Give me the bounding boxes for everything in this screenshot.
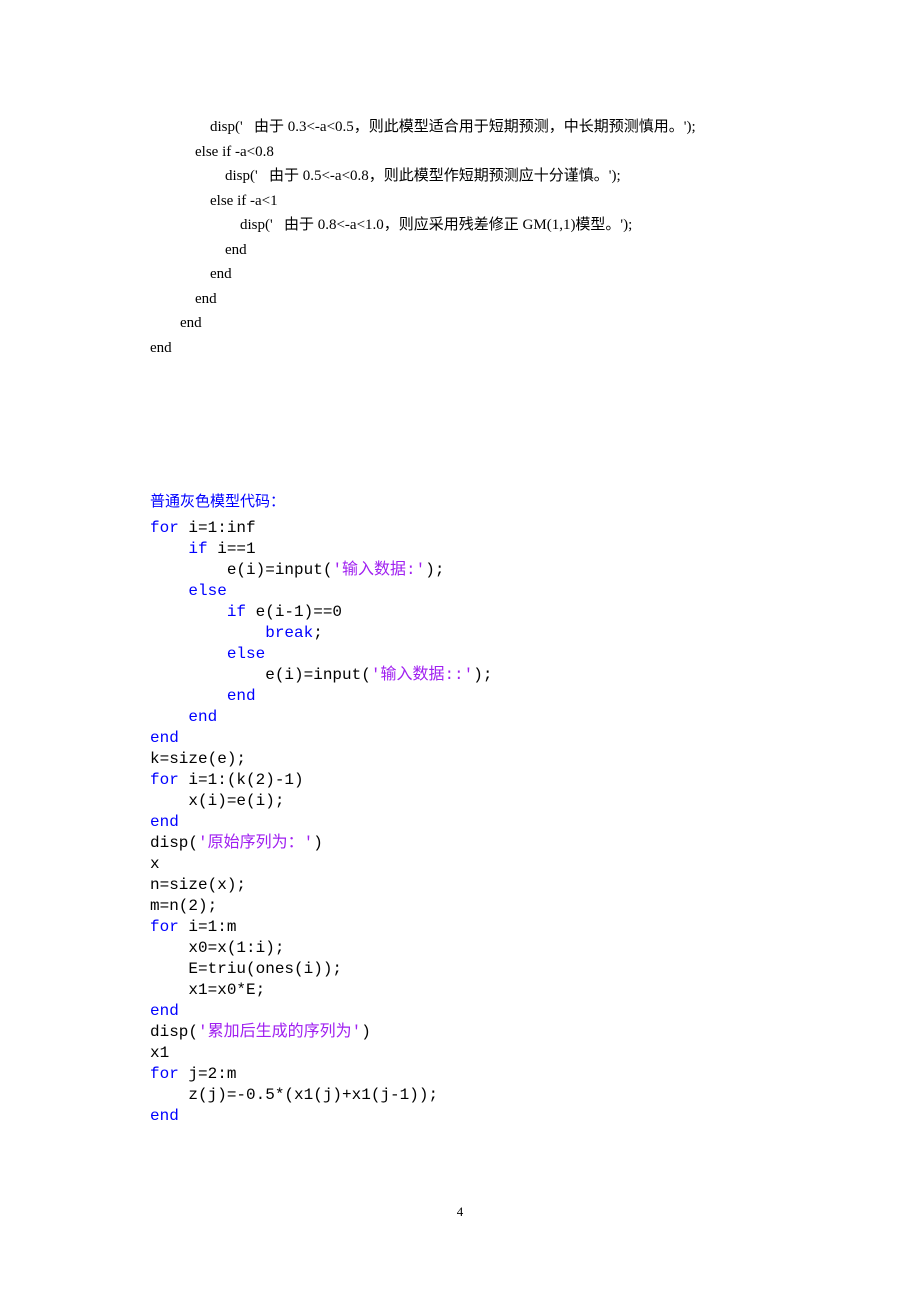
code-line: x xyxy=(150,854,770,875)
code-line: break; xyxy=(150,623,770,644)
code-line: end xyxy=(150,686,770,707)
code-line: end xyxy=(150,812,770,833)
code-line: else if -a<1 xyxy=(150,189,770,214)
code-line: n=size(x); xyxy=(150,875,770,896)
code-line: x1 xyxy=(150,1043,770,1064)
code-line: E=triu(ones(i)); xyxy=(150,959,770,980)
code-line: disp(' 由于 0.3<-a<0.5，则此模型适合用于短期预测，中长期预测慎… xyxy=(150,115,770,140)
code-line: if e(i-1)==0 xyxy=(150,602,770,623)
section-title: 普通灰色模型代码： xyxy=(150,490,770,514)
code-line: end xyxy=(150,707,770,728)
code-line: end xyxy=(150,336,770,361)
code-line: x(i)=e(i); xyxy=(150,791,770,812)
code-line: end xyxy=(150,728,770,749)
code-line: end xyxy=(150,262,770,287)
code-line: k=size(e); xyxy=(150,749,770,770)
code-line: end xyxy=(150,1001,770,1022)
code-line: else xyxy=(150,644,770,665)
code-line: else xyxy=(150,581,770,602)
code-line: x1=x0*E; xyxy=(150,980,770,1001)
code-line: disp(' 由于 0.5<-a<0.8，则此模型作短期预测应十分谨慎。'); xyxy=(150,164,770,189)
code-line: for i=1:(k(2)-1) xyxy=(150,770,770,791)
code-line: for i=1:m xyxy=(150,917,770,938)
code-line: e(i)=input('输入数据::'); xyxy=(150,665,770,686)
code-line: end xyxy=(150,287,770,312)
code-line: m=n(2); xyxy=(150,896,770,917)
code-line: disp(' 由于 0.8<-a<1.0，则应采用残差修正 GM(1,1)模型。… xyxy=(150,213,770,238)
code-line: else if -a<0.8 xyxy=(150,140,770,165)
code-line: for j=2:m xyxy=(150,1064,770,1085)
code-line: if i==1 xyxy=(150,539,770,560)
page-number: 4 xyxy=(0,1204,920,1220)
page-content: disp(' 由于 0.3<-a<0.5，则此模型适合用于短期预测，中长期预测慎… xyxy=(0,0,920,1187)
code-line: e(i)=input('输入数据:'); xyxy=(150,560,770,581)
code-line: x0=x(1:i); xyxy=(150,938,770,959)
code-line: disp('累加后生成的序列为') xyxy=(150,1022,770,1043)
code-line: end xyxy=(150,1106,770,1127)
code-line: end xyxy=(150,311,770,336)
code-line: for i=1:inf xyxy=(150,518,770,539)
code-line: z(j)=-0.5*(x1(j)+x1(j-1)); xyxy=(150,1085,770,1106)
code-line: end xyxy=(150,238,770,263)
code-line: disp('原始序列为：') xyxy=(150,833,770,854)
